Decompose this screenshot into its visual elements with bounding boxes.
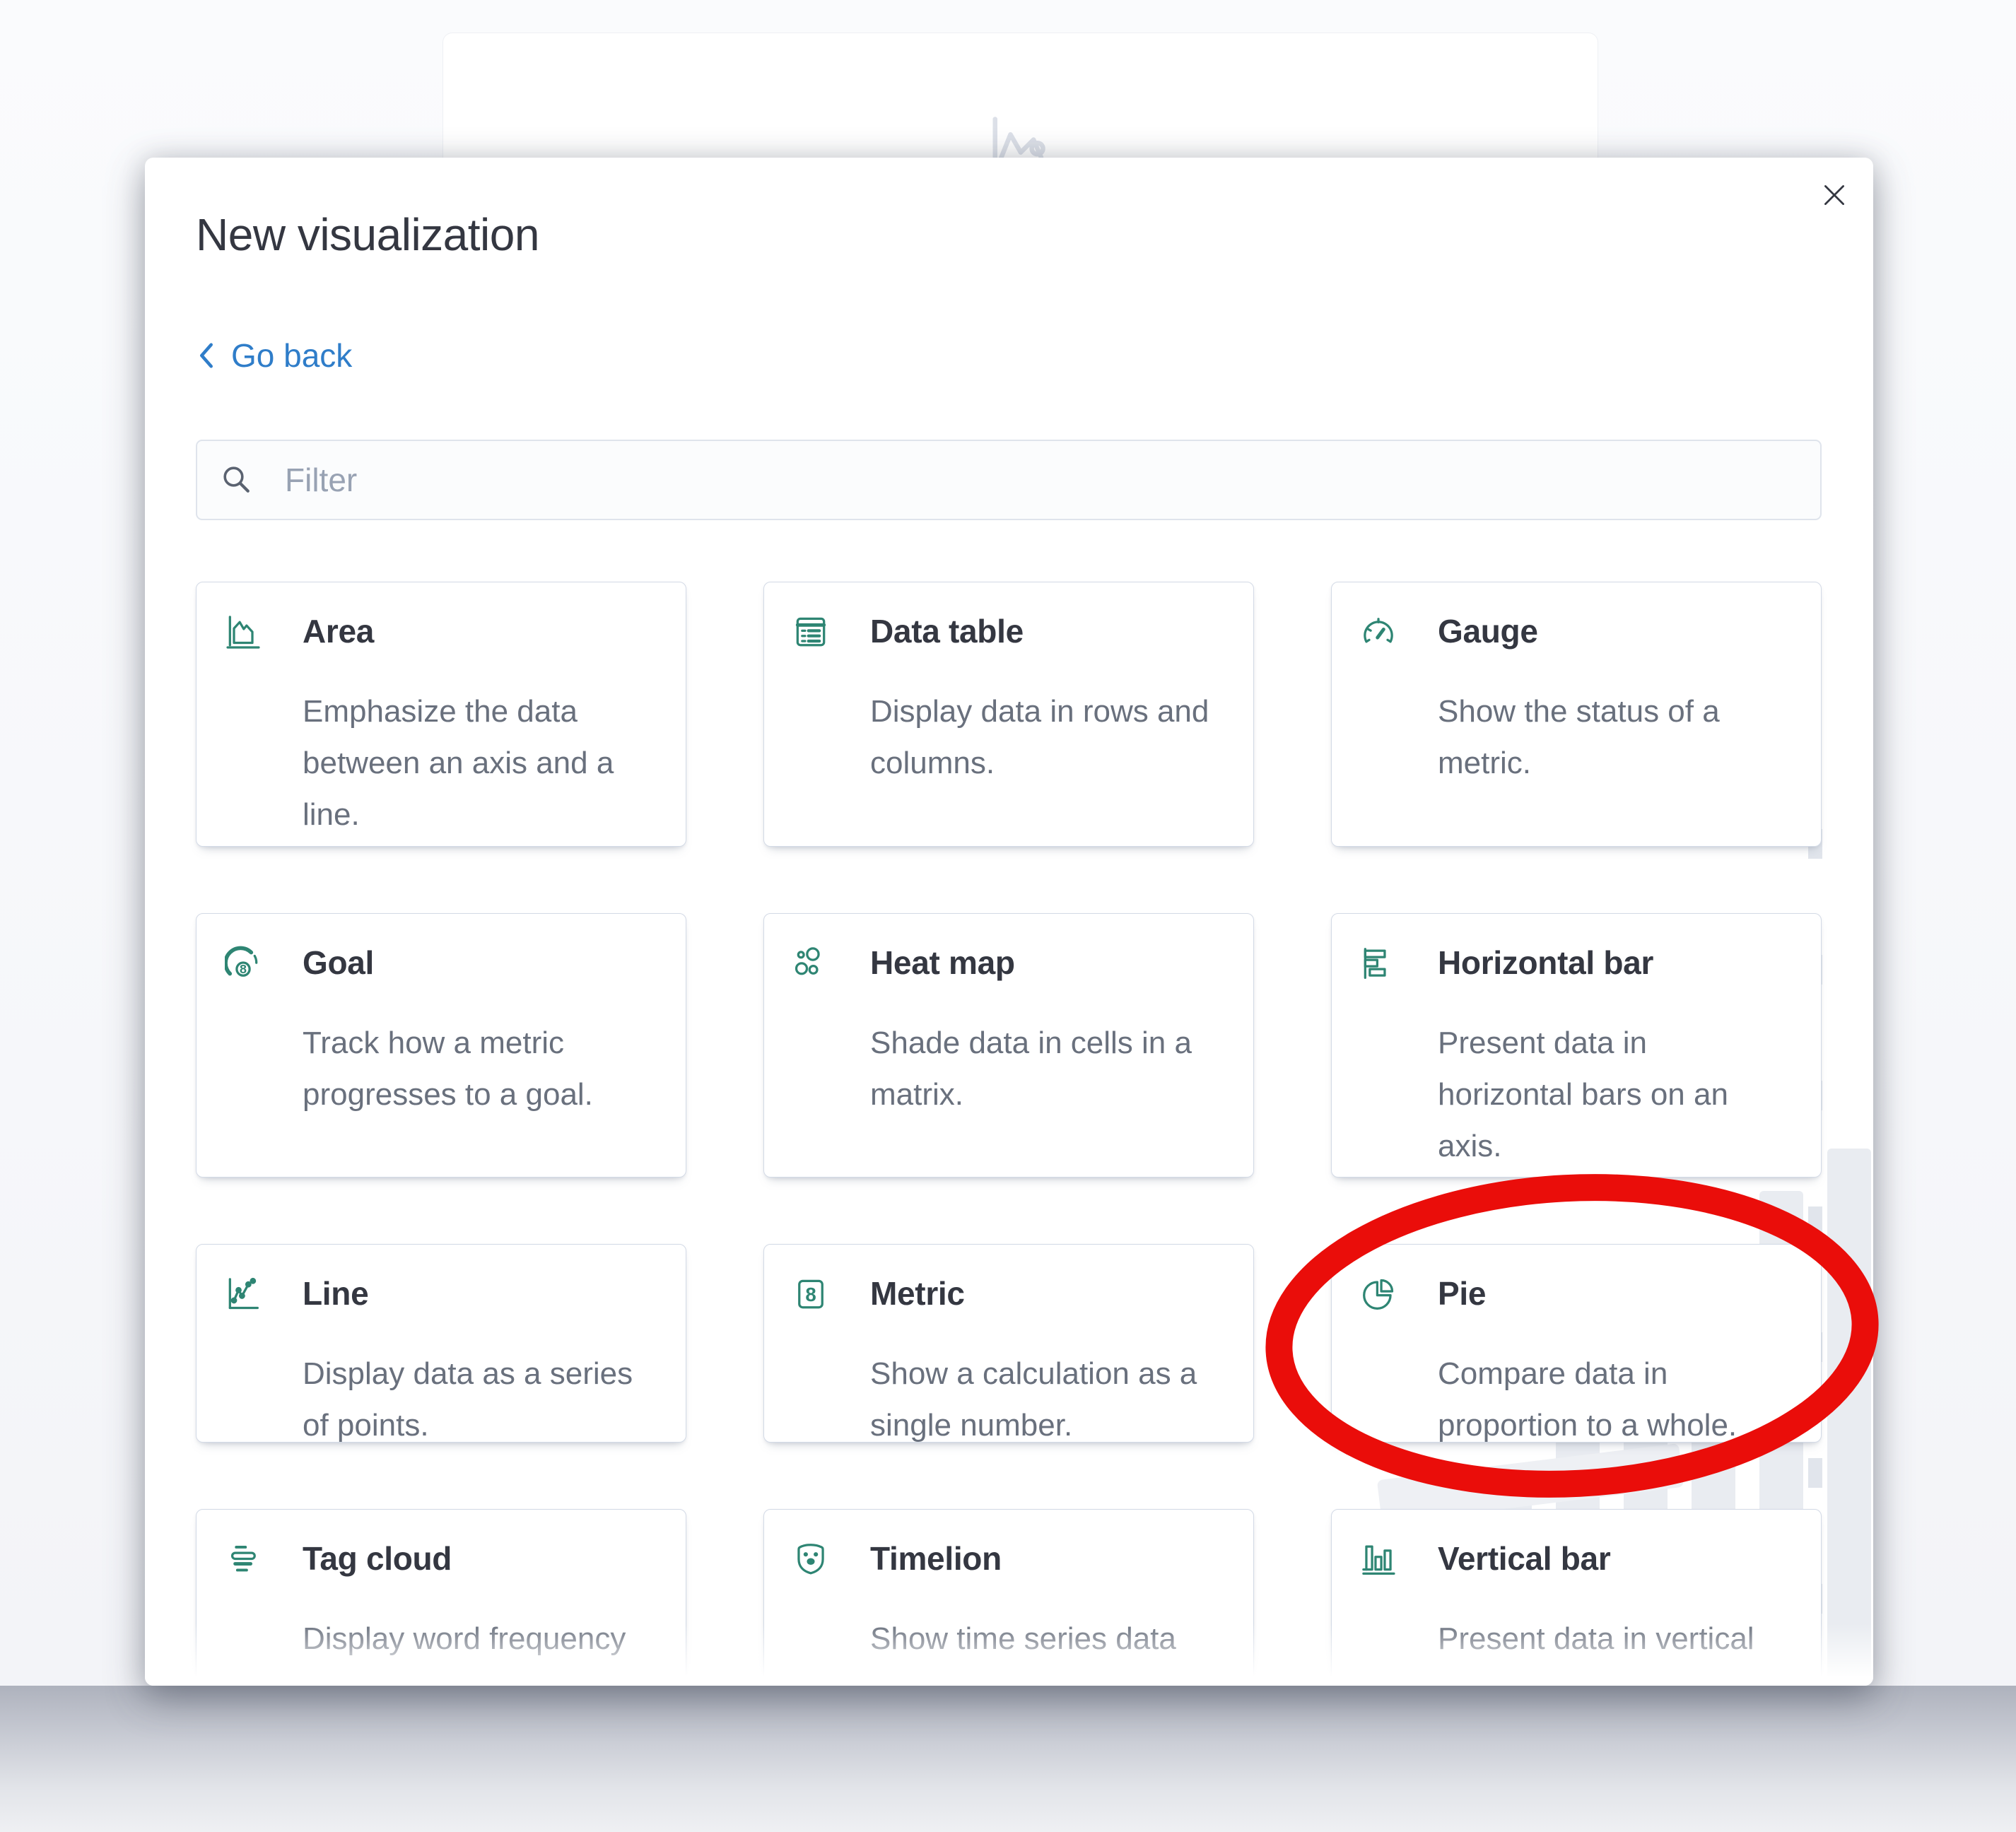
vis-card-title: Area <box>303 611 374 652</box>
vis-card-heat-map[interactable]: Heat map Shade data in cells in a matrix… <box>763 913 1254 1178</box>
page-title: New visualization <box>196 209 539 261</box>
svg-text:8: 8 <box>805 1284 816 1305</box>
vis-card-description: Present data in vertical bars on an axis… <box>1438 1613 1805 1686</box>
vis-card-goal[interactable]: 8 Goal Track how a metric progresses to … <box>196 913 686 1178</box>
vis-card-description: Present data in horizontal bars on an ax… <box>1438 1017 1805 1172</box>
go-back-link[interactable]: Go back <box>196 336 352 375</box>
close-button[interactable] <box>1811 172 1858 218</box>
vis-card-tag-cloud[interactable]: Tag cloud Display word frequency with fo… <box>196 1509 686 1686</box>
tag-cloud-icon <box>225 1541 262 1578</box>
vertical-bar-icon <box>1360 1541 1397 1578</box>
line-chart-icon <box>225 1276 262 1313</box>
vis-card-title: Vertical bar <box>1438 1538 1610 1579</box>
vis-card-area[interactable]: Area Emphasize the data between an axis … <box>196 582 686 847</box>
vis-card-description: Display word frequency with font size. <box>303 1613 670 1686</box>
new-visualization-modal: New visualization Go back Area Em <box>145 158 1873 1686</box>
vis-card-gauge[interactable]: Gauge Show the status of a metric. <box>1331 582 1822 847</box>
visualization-type-grid: Area Emphasize the data between an axis … <box>196 582 1822 1686</box>
vis-card-data-table[interactable]: Data table Display data in rows and colu… <box>763 582 1254 847</box>
svg-text:8: 8 <box>240 962 247 976</box>
vis-card-title: Metric <box>870 1273 965 1314</box>
vis-card-description: Display data as a series of points. <box>303 1348 670 1451</box>
vis-card-description: Track how a metric progresses to a goal. <box>303 1017 670 1120</box>
vis-card-title: Data table <box>870 611 1024 652</box>
vis-card-title: Heat map <box>870 942 1015 983</box>
horizontal-bar-icon <box>1360 945 1397 982</box>
vis-card-description: Show the status of a metric. <box>1438 686 1805 789</box>
vis-card-vertical-bar[interactable]: Vertical bar Present data in vertical ba… <box>1331 1509 1822 1686</box>
modal-drop-shadow <box>0 1686 2016 1832</box>
vis-card-metric[interactable]: 8 Metric Show a calculation as a single … <box>763 1244 1254 1443</box>
vis-card-pie[interactable]: Pie Compare data in proportion to a whol… <box>1331 1244 1822 1443</box>
vis-card-description: Show a calculation as a single number. <box>870 1348 1238 1451</box>
goal-icon: 8 <box>225 945 262 982</box>
vis-card-title: Horizontal bar <box>1438 942 1653 983</box>
vis-card-title: Line <box>303 1273 368 1314</box>
vis-card-description: Emphasize the data between an axis and a… <box>303 686 670 840</box>
vis-card-timelion[interactable]: Timelion Show time series data on a grap… <box>763 1509 1254 1686</box>
vis-card-horizontal-bar[interactable]: Horizontal bar Present data in horizonta… <box>1331 913 1822 1178</box>
timelion-icon <box>792 1541 829 1578</box>
pie-chart-icon <box>1360 1276 1397 1313</box>
filter-input[interactable] <box>196 440 1822 520</box>
heat-map-icon <box>792 945 829 982</box>
vis-card-description: Shade data in cells in a matrix. <box>870 1017 1238 1120</box>
vis-card-description: Show time series data on a graph. <box>870 1613 1238 1686</box>
data-table-icon <box>792 613 829 650</box>
vis-card-title: Tag cloud <box>303 1538 452 1579</box>
vis-card-title: Gauge <box>1438 611 1538 652</box>
gauge-icon <box>1360 613 1397 650</box>
vis-card-title: Goal <box>303 942 374 983</box>
chevron-left-icon <box>196 341 217 370</box>
vis-card-line[interactable]: Line Display data as a series of points. <box>196 1244 686 1443</box>
metric-icon: 8 <box>792 1276 829 1313</box>
vis-card-title: Timelion <box>870 1538 1002 1579</box>
go-back-label: Go back <box>231 336 352 375</box>
area-chart-icon <box>225 613 262 650</box>
vis-card-title: Pie <box>1438 1273 1486 1314</box>
vis-card-description: Display data in rows and columns. <box>870 686 1238 789</box>
close-icon <box>1819 180 1849 210</box>
vis-card-description: Compare data in proportion to a whole. <box>1438 1348 1805 1451</box>
